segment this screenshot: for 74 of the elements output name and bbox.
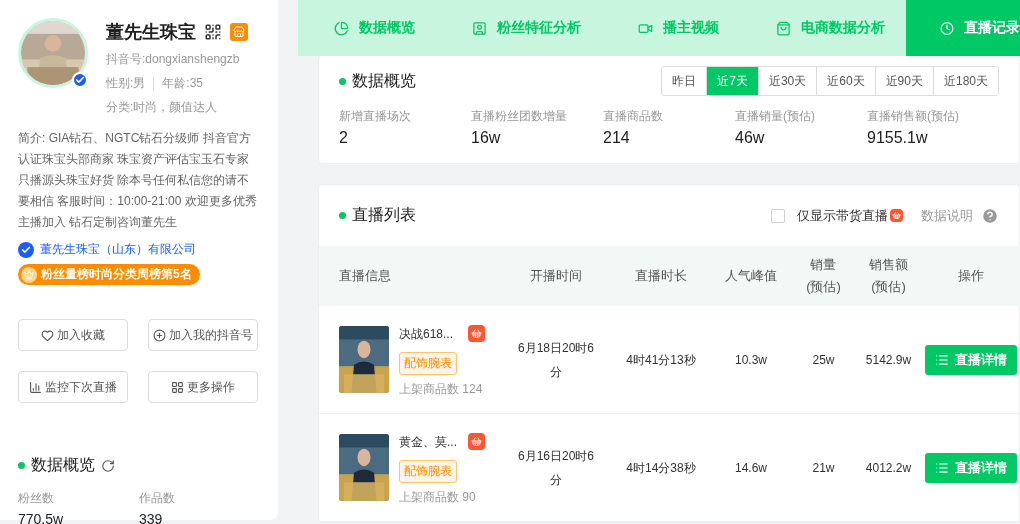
column-header: 直播信息: [319, 246, 501, 306]
list-icon: [935, 460, 949, 475]
status-dot: [18, 462, 25, 469]
stat-label: 新增直播场次: [339, 108, 412, 125]
product-count: 上架商品数 90: [399, 488, 477, 506]
gender: 性别:男: [106, 75, 146, 92]
stat-value: 9155.1w: [867, 129, 929, 147]
refresh-icon[interactable]: [101, 458, 115, 473]
company-link[interactable]: 董先生珠宝（山东）有限公司: [40, 241, 196, 258]
action-button[interactable]: 监控下次直播: [18, 371, 128, 403]
range-tab[interactable]: 近180天: [932, 67, 998, 95]
section-title: 直播列表: [352, 205, 416, 225]
stat-label: 作品数: [139, 490, 176, 507]
stat-value: 339: [139, 511, 164, 524]
list-icon: [935, 352, 949, 367]
person-icon: [471, 20, 487, 36]
table-cell-text: 4012.2w: [865, 459, 912, 477]
action-button[interactable]: 加入我的抖音号: [148, 319, 258, 351]
filter-label: 仅显示带货直播: [797, 206, 888, 225]
table-cell-text: 5142.9w: [865, 351, 912, 369]
account-name: 董先生珠宝: [106, 21, 196, 44]
table-cell-text: 10.3w: [735, 351, 767, 369]
table-cell-text: 4时41分13秒: [626, 351, 696, 369]
category: 分类:时尚，颜值达人: [106, 99, 219, 116]
column-header: 销售额 (预估): [856, 246, 921, 306]
category-tag: 配饰腕表: [399, 459, 457, 483]
stat-value: 214: [603, 129, 631, 147]
plus-icon: [153, 328, 166, 342]
chart-icon: [29, 380, 42, 394]
section-title: 数据概览: [31, 455, 95, 475]
heart-icon: [41, 328, 54, 342]
column-header: 人气峰值: [711, 246, 791, 306]
table-cell-text: 25w: [812, 351, 835, 369]
table-cell-text: 14.6w: [735, 459, 767, 477]
column-header: 销量 (预估): [791, 246, 856, 306]
category-tag: 配饰腕表: [399, 351, 457, 375]
stat-label: 直播商品数: [603, 108, 664, 125]
column-header: 开播时间: [501, 246, 611, 306]
stat-value: 46w: [735, 129, 766, 147]
table-cell-text: 21w: [812, 459, 835, 477]
stat-label: 粉丝数: [18, 490, 55, 507]
product-count: 上架商品数 124: [399, 380, 484, 398]
bag-icon: [775, 20, 791, 36]
stat-label: 直播销量(预估): [735, 108, 816, 125]
action-button[interactable]: 更多操作: [148, 371, 258, 403]
action-button[interactable]: 加入收藏: [18, 319, 128, 351]
rank-text: 粉丝量榜时尚分类周榜第5名: [41, 266, 192, 283]
stat-value: 2: [339, 129, 349, 147]
pie-icon: [333, 20, 349, 36]
status-dot: [339, 212, 346, 219]
live-title[interactable]: 黄金、莫...: [399, 429, 457, 454]
stat-value: 770.5w: [18, 511, 65, 524]
section-title: 数据概览: [352, 70, 416, 91]
table-cell-text: 6月18日20时6分: [516, 339, 595, 381]
clock-icon: [940, 20, 954, 36]
table-cell-text: 6月16日20时6分: [516, 447, 595, 489]
verified-icon: [18, 241, 34, 258]
douyin-id: 抖音号:dongxianshengzb: [106, 51, 241, 68]
help-icon[interactable]: [981, 206, 999, 225]
age: 年龄:35: [162, 75, 204, 92]
column-header: 直播时长: [611, 246, 711, 306]
column-header: 操作: [921, 246, 1020, 306]
crown-icon: [21, 266, 37, 283]
bio-text: 简介: GIA钻石、NGTC钻石分级师 抖音官方认证珠宝头部商家 珠宝资产评估宝玉石专家只播源头珠宝好货 除本号任何私信您的请不要相信 客服时间：10:00-21:00 欢迎更多优秀主播加入 钻石定制咨询董先生: [18, 130, 258, 231]
stat-label: 直播粉丝团数增量: [471, 108, 568, 125]
qr-code-icon[interactable]: [204, 23, 222, 41]
status-dot: [339, 77, 346, 85]
stat-label: 直播销售额(预估): [867, 108, 960, 125]
stat-value: 16w: [471, 129, 502, 147]
checkbox[interactable]: [771, 208, 785, 223]
grid-icon: [171, 380, 184, 394]
live-title[interactable]: 决战618...: [399, 321, 454, 346]
store-icon[interactable]: [230, 23, 248, 41]
table-cell-text: 4时14分38秒: [626, 459, 696, 477]
